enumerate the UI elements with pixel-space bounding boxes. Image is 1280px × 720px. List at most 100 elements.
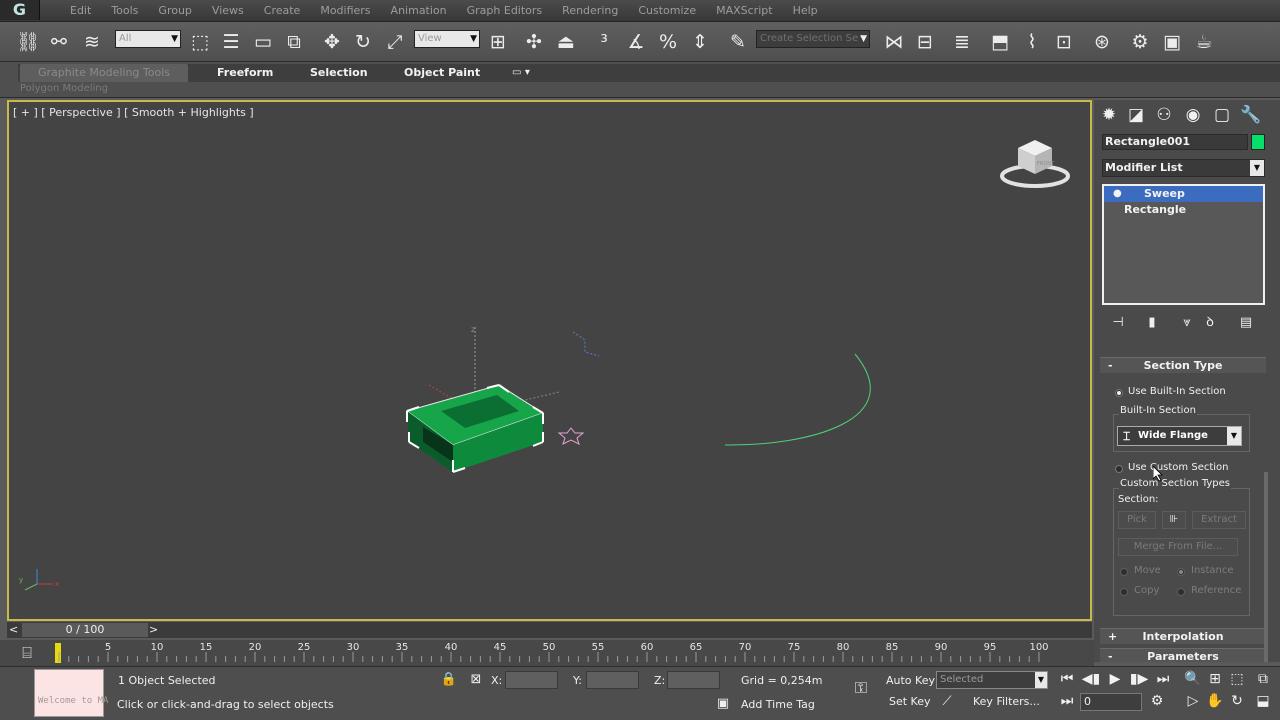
app-logo-button[interactable]: G	[0, 0, 40, 20]
pivot-center-icon[interactable]: ⊞	[486, 30, 510, 54]
create-tab-icon[interactable]: ✹	[1097, 104, 1121, 126]
zoom-all-icon[interactable]: ⊞	[1204, 669, 1226, 689]
select-and-link-icon[interactable]: ⛓	[16, 30, 40, 54]
pin-stack-icon[interactable]: ⊣	[1108, 314, 1128, 332]
make-unique-icon[interactable]: ⩔	[1177, 314, 1197, 332]
display-tab-icon[interactable]: ▢	[1210, 104, 1234, 126]
pick-shape-icon[interactable]: ⊪	[1162, 511, 1186, 529]
key-icon[interactable]: ⚿	[848, 679, 874, 697]
use-builtin-section-radio[interactable]	[1115, 389, 1123, 397]
move-radio[interactable]	[1120, 568, 1128, 576]
material-editor-icon[interactable]: ⊛	[1090, 30, 1114, 54]
current-frame-field[interactable]: 0	[1080, 693, 1142, 711]
select-and-rotate-icon[interactable]: ↻	[351, 30, 375, 54]
time-slider-thumb[interactable]: 0 / 100	[22, 623, 148, 637]
command-panel-scrollbar[interactable]	[1264, 472, 1268, 662]
x-coordinate-field[interactable]	[505, 671, 558, 689]
time-configuration-icon[interactable]: ⚙	[1146, 691, 1168, 711]
set-key-button[interactable]: Set Key	[889, 695, 931, 708]
builtin-section-dropdown[interactable]: ⌶ Wide Flange ▼	[1117, 426, 1242, 446]
spinner-snap-icon[interactable]: ⇕	[688, 30, 712, 54]
angle-snap-icon[interactable]: ∡	[624, 30, 648, 54]
tab-graphite-modeling-tools[interactable]: Graphite Modeling Tools	[20, 64, 189, 82]
menu-edit[interactable]: Edit	[60, 3, 101, 19]
layer-manager-icon[interactable]: ≣	[950, 30, 974, 54]
select-and-manipulate-icon[interactable]: ✣	[522, 30, 546, 54]
zoom-extents-icon[interactable]: ⬚	[1226, 669, 1248, 689]
selection-filter-dropdown[interactable]: All ▼	[115, 30, 181, 48]
tab-freeform[interactable]: Freeform	[217, 64, 273, 82]
edit-named-selection-icon[interactable]: ✎	[726, 30, 750, 54]
section-type-rollout-header[interactable]: - Section Type	[1100, 357, 1266, 373]
select-and-scale-icon[interactable]: ⤢	[383, 30, 407, 54]
render-production-icon[interactable]: ☕	[1192, 30, 1216, 54]
rendered-frame-window-icon[interactable]: ▣	[1160, 30, 1184, 54]
menu-rendering[interactable]: Rendering	[552, 3, 628, 19]
selection-lock-icon[interactable]: 🔒	[440, 671, 458, 689]
previous-frame-arrow-icon[interactable]: <	[9, 622, 18, 638]
menu-help[interactable]: Help	[783, 3, 828, 19]
named-selection-dropdown[interactable]: Create Selection Se ▼	[756, 30, 870, 48]
next-key-icon[interactable]: ▮▶	[1128, 669, 1150, 689]
stack-item-sweep[interactable]: ● Sweep	[1104, 186, 1263, 202]
ribbon-options-icon[interactable]: ▭ ▾	[512, 64, 530, 82]
unlink-selection-icon[interactable]: ⚯	[47, 30, 71, 54]
keyboard-shortcut-toggle-icon[interactable]: ⏏	[554, 30, 578, 54]
auto-key-button[interactable]: Auto Key	[886, 674, 935, 687]
time-slider[interactable]: < 0 / 100 >	[7, 622, 1092, 638]
select-object-icon[interactable]: ⬚	[188, 30, 212, 54]
light-bulb-icon[interactable]: ●	[1113, 186, 1122, 202]
viewcube[interactable]: FRONT	[998, 132, 1072, 192]
mirror-icon[interactable]: ⋈	[882, 30, 906, 54]
merge-from-file-button[interactable]: Merge From File...	[1118, 538, 1238, 556]
reference-coordinate-dropdown[interactable]: View ▼	[414, 30, 480, 48]
field-of-view-icon[interactable]: ▷	[1182, 691, 1204, 711]
go-to-end-icon[interactable]: ⏭	[1152, 669, 1174, 689]
y-coordinate-field[interactable]	[586, 671, 639, 689]
add-time-tag-button[interactable]: Add Time Tag	[741, 698, 815, 711]
parameters-rollout-header[interactable]: - Parameters	[1100, 648, 1266, 662]
percent-snap-icon[interactable]: %	[656, 30, 680, 54]
align-icon[interactable]: ⊟	[913, 30, 937, 54]
menu-tools[interactable]: Tools	[101, 3, 148, 19]
object-name-field[interactable]: Rectangle001	[1102, 134, 1248, 150]
menu-maxscript[interactable]: MAXScript	[706, 3, 782, 19]
ribbon-panel-label[interactable]: Polygon Modeling	[20, 83, 108, 94]
pick-button[interactable]: Pick	[1118, 511, 1156, 529]
menu-views[interactable]: Views	[202, 3, 254, 19]
select-and-move-icon[interactable]: ✥	[320, 30, 344, 54]
key-selection-set-dropdown[interactable]: Selected ▼	[936, 671, 1048, 689]
utilities-tab-icon[interactable]: 🔧	[1239, 104, 1263, 126]
tab-selection[interactable]: Selection	[310, 64, 368, 82]
rectangular-selection-icon[interactable]: ▭	[251, 30, 275, 54]
reference-radio[interactable]	[1177, 588, 1185, 596]
previous-key-icon[interactable]: ◀▮	[1080, 669, 1102, 689]
tab-object-paint[interactable]: Object Paint	[404, 64, 480, 82]
open-mini-curve-editor-icon[interactable]: ⌸	[16, 643, 38, 663]
show-end-result-icon[interactable]: ▮	[1142, 314, 1162, 332]
menu-animation[interactable]: Animation	[381, 3, 457, 19]
object-color-swatch[interactable]	[1251, 134, 1265, 150]
play-icon[interactable]: ▶	[1104, 669, 1126, 689]
pan-view-icon[interactable]: ✋	[1204, 691, 1226, 711]
instance-radio[interactable]	[1177, 568, 1185, 576]
maximize-viewport-icon[interactable]: ⬓	[1252, 691, 1274, 711]
graphite-toggle-icon[interactable]: ⬒	[988, 30, 1012, 54]
remove-modifier-icon[interactable]: ꝺ	[1200, 314, 1220, 332]
render-setup-icon[interactable]: ⚙	[1128, 30, 1152, 54]
use-custom-section-radio[interactable]	[1115, 465, 1123, 473]
key-filters-button[interactable]: Key Filters...	[973, 695, 1040, 708]
menu-customize[interactable]: Customize	[628, 3, 706, 19]
star-shape[interactable]	[557, 427, 585, 445]
absolute-mode-icon[interactable]: ⊠	[467, 671, 485, 689]
zoom-icon[interactable]: 🔍	[1182, 669, 1204, 689]
arc-spline[interactable]	[724, 353, 871, 446]
sweep-object[interactable]	[405, 384, 545, 473]
track-bar[interactable]: ⌸ 5 10 15 20 25 30 35 40 45 50 55 60 65 70 75 80 85 90 95 1…	[0, 640, 1094, 666]
time-tag-icon[interactable]: ▣	[714, 695, 732, 713]
interpolation-rollout-header[interactable]: + Interpolation	[1100, 628, 1266, 644]
modifier-list-dropdown[interactable]: Modifier List ▼	[1102, 159, 1265, 177]
next-frame-arrow-icon[interactable]: >	[149, 622, 158, 638]
modify-tab-icon[interactable]: ◪	[1124, 104, 1148, 126]
extract-button[interactable]: Extract	[1192, 511, 1246, 529]
